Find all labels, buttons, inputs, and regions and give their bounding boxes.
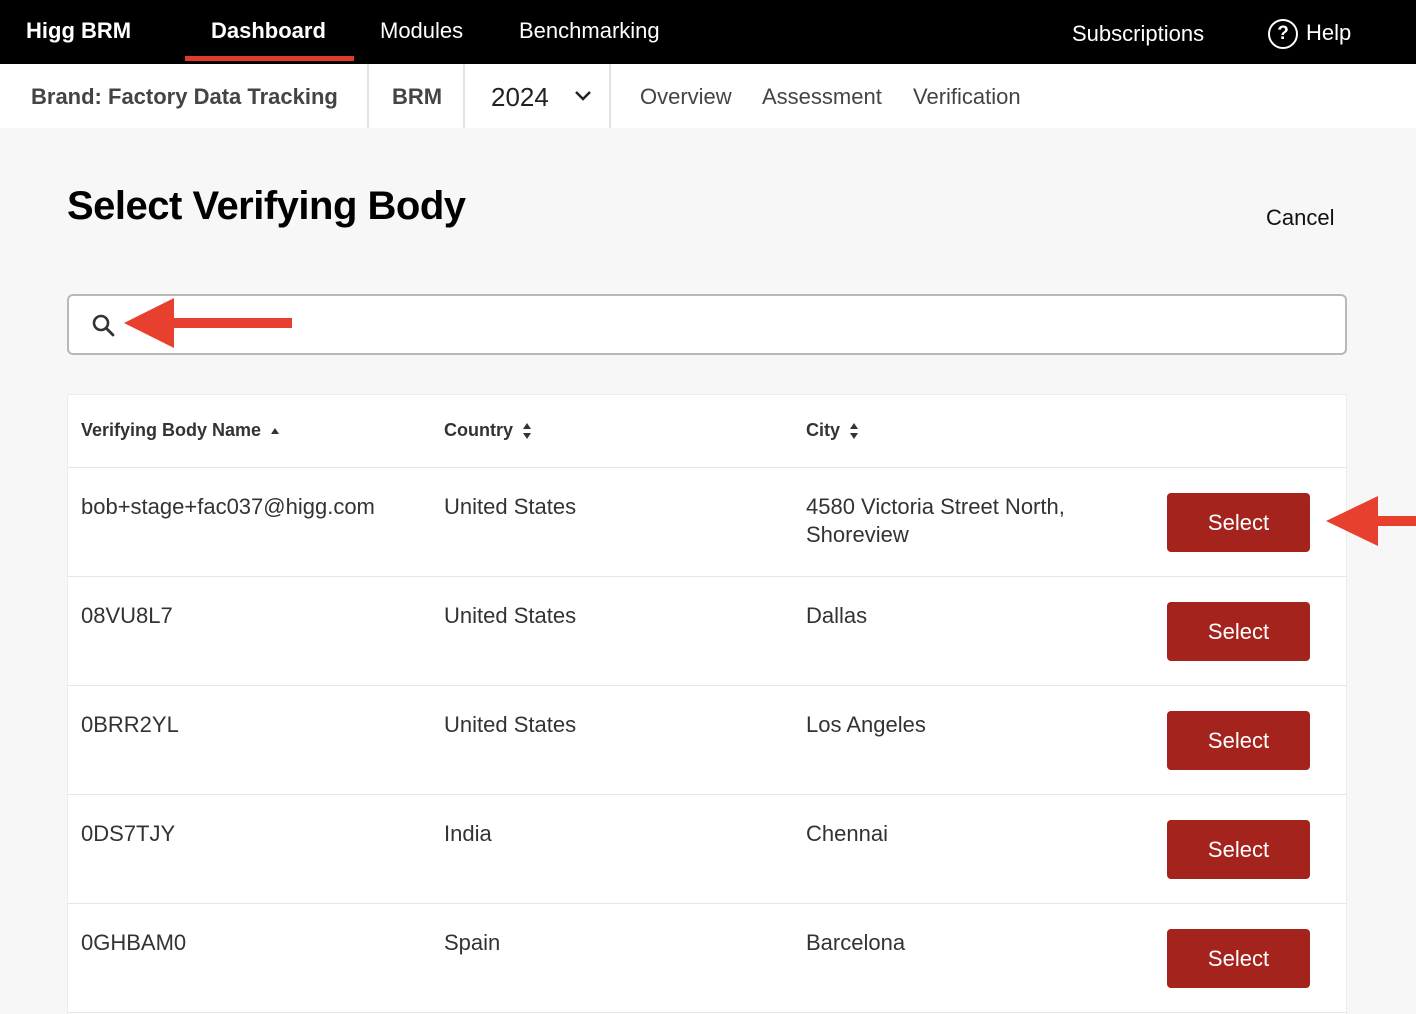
- nav-subscriptions[interactable]: Subscriptions: [1072, 21, 1204, 47]
- cell-name: 0GHBAM0: [81, 930, 187, 955]
- module-label: BRM: [392, 84, 443, 109]
- table-header: Verifying Body Name Country City: [68, 395, 1346, 468]
- column-header-country[interactable]: Country: [444, 420, 532, 441]
- cell-name: 0DS7TJY: [81, 821, 176, 846]
- cell-city: Dallas: [806, 603, 868, 628]
- select-button[interactable]: Select: [1167, 820, 1310, 879]
- sub-navigation-bar: Brand: Factory Data Tracking BRM 2024 Ov…: [0, 64, 1416, 128]
- subnav-link-verification[interactable]: Verification: [913, 84, 1021, 110]
- subnav-divider: [609, 64, 611, 128]
- year-select[interactable]: 2024: [491, 82, 549, 113]
- cell-city: Los Angeles: [806, 712, 926, 737]
- search-input[interactable]: [129, 304, 1329, 345]
- cell-name: 08VU8L7: [81, 603, 173, 628]
- cell-name: bob+stage+fac037@higg.com: [81, 494, 375, 519]
- table-row: 0BRR2YL United States Los Angeles Select: [68, 686, 1346, 795]
- subnav-divider: [463, 64, 465, 128]
- select-button[interactable]: Select: [1167, 602, 1310, 661]
- table-row: 0DS7TJY India Chennai Select: [68, 795, 1346, 904]
- column-header-label: City: [806, 420, 841, 440]
- column-header-name[interactable]: Verifying Body Name: [81, 420, 280, 441]
- cell-country: United States: [444, 603, 577, 628]
- top-navigation-bar: Higg BRM Dashboard Modules Benchmarking …: [0, 0, 1416, 64]
- select-button[interactable]: Select: [1167, 493, 1310, 552]
- cell-country: Spain: [444, 930, 501, 955]
- nav-active-indicator: [185, 56, 354, 61]
- subnav-link-overview[interactable]: Overview: [640, 84, 732, 110]
- cell-city: Chennai: [806, 821, 888, 846]
- cell-country: United States: [444, 494, 577, 519]
- column-header-city[interactable]: City: [806, 420, 859, 441]
- chevron-down-icon[interactable]: [574, 90, 592, 102]
- page-title: Select Verifying Body: [67, 184, 466, 228]
- sort-both-icon: [850, 423, 859, 440]
- table-row: 08VU8L7 United States Dallas Select: [68, 577, 1346, 686]
- cell-name: 0BRR2YL: [81, 712, 179, 737]
- sort-both-icon: [523, 423, 532, 440]
- app-brand[interactable]: Higg BRM: [26, 18, 131, 44]
- table-row: bob+stage+fac037@higg.com United States …: [68, 468, 1346, 577]
- cell-country: United States: [444, 712, 577, 737]
- verifying-body-table: Verifying Body Name Country City bob+sta…: [67, 394, 1347, 1014]
- subnav-divider: [367, 64, 369, 128]
- sort-asc-icon: [271, 428, 280, 435]
- cell-country: India: [444, 821, 492, 846]
- nav-dashboard[interactable]: Dashboard: [211, 18, 326, 44]
- help-icon[interactable]: ?: [1268, 19, 1298, 49]
- select-button[interactable]: Select: [1167, 929, 1310, 988]
- nav-benchmarking[interactable]: Benchmarking: [519, 18, 660, 44]
- table-row: 0GHBAM0 Spain Barcelona Select: [68, 904, 1346, 1013]
- cancel-button[interactable]: Cancel: [1266, 205, 1334, 231]
- nav-modules[interactable]: Modules: [380, 18, 463, 44]
- search-icon: [92, 314, 115, 337]
- subnav-link-assessment[interactable]: Assessment: [762, 84, 882, 110]
- column-header-label: Country: [444, 420, 513, 440]
- select-button[interactable]: Select: [1167, 711, 1310, 770]
- arrow-left-icon: [1326, 496, 1416, 546]
- arrow-left-icon: [124, 298, 292, 348]
- column-header-label: Verifying Body Name: [81, 420, 262, 440]
- brand-context-label: Brand: Factory Data Tracking: [31, 84, 338, 109]
- cell-city: 4580 Victoria Street North, Shoreview: [806, 494, 1065, 547]
- cell-city: Barcelona: [806, 930, 906, 955]
- nav-help[interactable]: Help: [1306, 20, 1351, 46]
